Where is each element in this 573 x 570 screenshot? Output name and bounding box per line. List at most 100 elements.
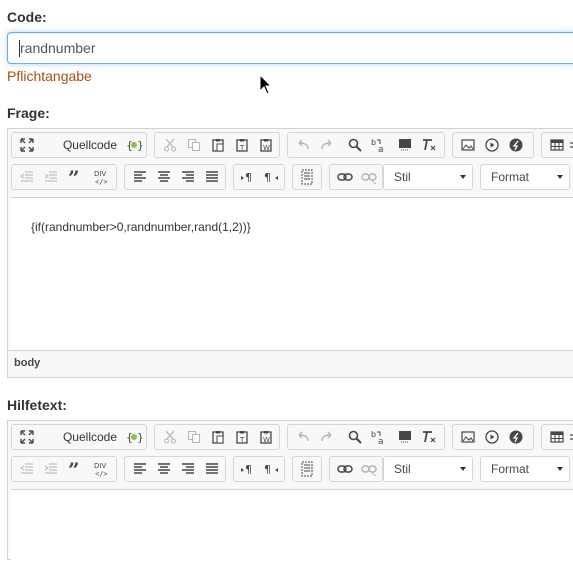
format-select[interactable]: Format: [480, 456, 570, 482]
remove-format-icon[interactable]: [418, 425, 440, 449]
align-center-icon[interactable]: [153, 165, 175, 189]
source-button[interactable]: Quellcode: [60, 425, 120, 449]
justify-icon[interactable]: [201, 165, 223, 189]
align-left-icon[interactable]: [129, 165, 151, 189]
table-icon[interactable]: [546, 133, 568, 157]
replace-icon[interactable]: ba: [368, 133, 390, 157]
select-all-icon[interactable]: [394, 133, 416, 157]
hilfetext-content-area[interactable]: [11, 489, 573, 570]
find-icon[interactable]: [344, 133, 366, 157]
style-select[interactable]: Stil: [383, 164, 473, 190]
show-blocks-icon[interactable]: [296, 165, 318, 189]
svg-text:}: }: [137, 431, 142, 444]
toolbar-group-table: [541, 424, 573, 450]
hilfetext-label: Hilfetext:: [7, 397, 67, 413]
paste-icon[interactable]: [207, 425, 229, 449]
maximize-icon[interactable]: [16, 133, 38, 157]
paste-text-icon[interactable]: T: [231, 133, 253, 157]
format-select-value: Format: [491, 170, 530, 184]
source-icon[interactable]: {}: [124, 133, 144, 157]
cut-icon[interactable]: [159, 425, 181, 449]
source-button[interactable]: Quellcode: [60, 133, 120, 157]
link-icon[interactable]: [334, 165, 356, 189]
frage-content-area[interactable]: {if(randnumber>0,randnumber,rand(1,2))}: [11, 197, 573, 351]
code-input[interactable]: [7, 32, 573, 64]
outdent-icon[interactable]: [16, 457, 38, 481]
toolbar-group-paragraph: ” DIV </>: [11, 456, 117, 482]
align-center-icon[interactable]: [153, 457, 175, 481]
align-right-icon[interactable]: [177, 165, 199, 189]
toolbar-group-editing: ba: [287, 424, 445, 450]
unlink-icon[interactable]: [358, 165, 380, 189]
chevron-down-icon: [460, 467, 466, 471]
rtl-icon[interactable]: ¶: [260, 165, 282, 189]
blockquote-icon[interactable]: ”: [64, 457, 86, 481]
redo-icon[interactable]: [316, 133, 338, 157]
toolbar-group-align: [124, 456, 226, 482]
ltr-icon[interactable]: ¶: [237, 165, 259, 189]
chevron-down-icon: [557, 467, 563, 471]
style-select-value: Stil: [394, 170, 411, 184]
undo-icon[interactable]: [292, 425, 314, 449]
div-container-icon[interactable]: DIV </>: [90, 165, 112, 189]
show-blocks-icon[interactable]: [296, 457, 318, 481]
image-icon[interactable]: [457, 425, 479, 449]
align-right-icon[interactable]: [177, 457, 199, 481]
svg-text:¶: ¶: [245, 171, 252, 184]
paste-icon[interactable]: [207, 133, 229, 157]
chevron-down-icon: [557, 175, 563, 179]
code-label: Code:: [7, 9, 47, 25]
paste-word-icon[interactable]: W: [255, 133, 277, 157]
mouse-pointer-icon: [259, 74, 273, 95]
toolbar-row-1: Quellcode {} T W: [8, 129, 573, 159]
style-select-value: Stil: [394, 462, 411, 476]
svg-text:”: ”: [68, 462, 80, 476]
undo-icon[interactable]: [292, 133, 314, 157]
remove-format-icon[interactable]: [418, 133, 440, 157]
svg-text:T: T: [239, 144, 245, 152]
svg-text:b: b: [371, 138, 376, 147]
frage-content-text: {if(randnumber>0,randnumber,rand(1,2))}: [31, 220, 251, 234]
toolbar-row-2: ” DIV </> ¶ ¶ Stil Format: [8, 161, 573, 191]
link-icon[interactable]: [334, 457, 356, 481]
rtl-icon[interactable]: ¶: [260, 457, 282, 481]
toolbar-group-document: Quellcode {}: [11, 132, 147, 158]
source-icon[interactable]: {}: [124, 425, 144, 449]
svg-text:b: b: [371, 430, 376, 439]
cut-icon[interactable]: [159, 133, 181, 157]
flash-icon[interactable]: [505, 133, 527, 157]
unlink-icon[interactable]: [358, 457, 380, 481]
justify-icon[interactable]: [201, 457, 223, 481]
video-icon[interactable]: [481, 133, 503, 157]
svg-text:a: a: [378, 145, 384, 153]
image-icon[interactable]: [457, 133, 479, 157]
element-path-body[interactable]: body: [14, 357, 40, 369]
copy-icon[interactable]: [183, 425, 205, 449]
replace-icon[interactable]: ba: [368, 425, 390, 449]
div-container-icon[interactable]: DIV </>: [90, 457, 112, 481]
svg-text:W: W: [263, 144, 270, 152]
redo-icon[interactable]: [316, 425, 338, 449]
align-left-icon[interactable]: [129, 457, 151, 481]
toolbar-group-blocks: [292, 164, 322, 190]
paste-text-icon[interactable]: T: [231, 425, 253, 449]
copy-icon[interactable]: [183, 133, 205, 157]
format-select[interactable]: Format: [480, 164, 570, 190]
table-icon[interactable]: [546, 425, 568, 449]
maximize-icon[interactable]: [16, 425, 38, 449]
svg-text:a: a: [378, 437, 384, 445]
select-all-icon[interactable]: [394, 425, 416, 449]
outdent-icon[interactable]: [16, 165, 38, 189]
find-icon[interactable]: [344, 425, 366, 449]
svg-text:¶: ¶: [245, 463, 252, 476]
ltr-icon[interactable]: ¶: [237, 457, 259, 481]
paste-word-icon[interactable]: W: [255, 425, 277, 449]
style-select[interactable]: Stil: [383, 456, 473, 482]
video-icon[interactable]: [481, 425, 503, 449]
indent-icon[interactable]: [40, 457, 62, 481]
blockquote-icon[interactable]: ”: [64, 165, 86, 189]
toolbar-group-document: Quellcode {}: [11, 424, 147, 450]
indent-icon[interactable]: [40, 165, 62, 189]
flash-icon[interactable]: [505, 425, 527, 449]
toolbar-row-1: Quellcode {} T W: [8, 421, 573, 451]
